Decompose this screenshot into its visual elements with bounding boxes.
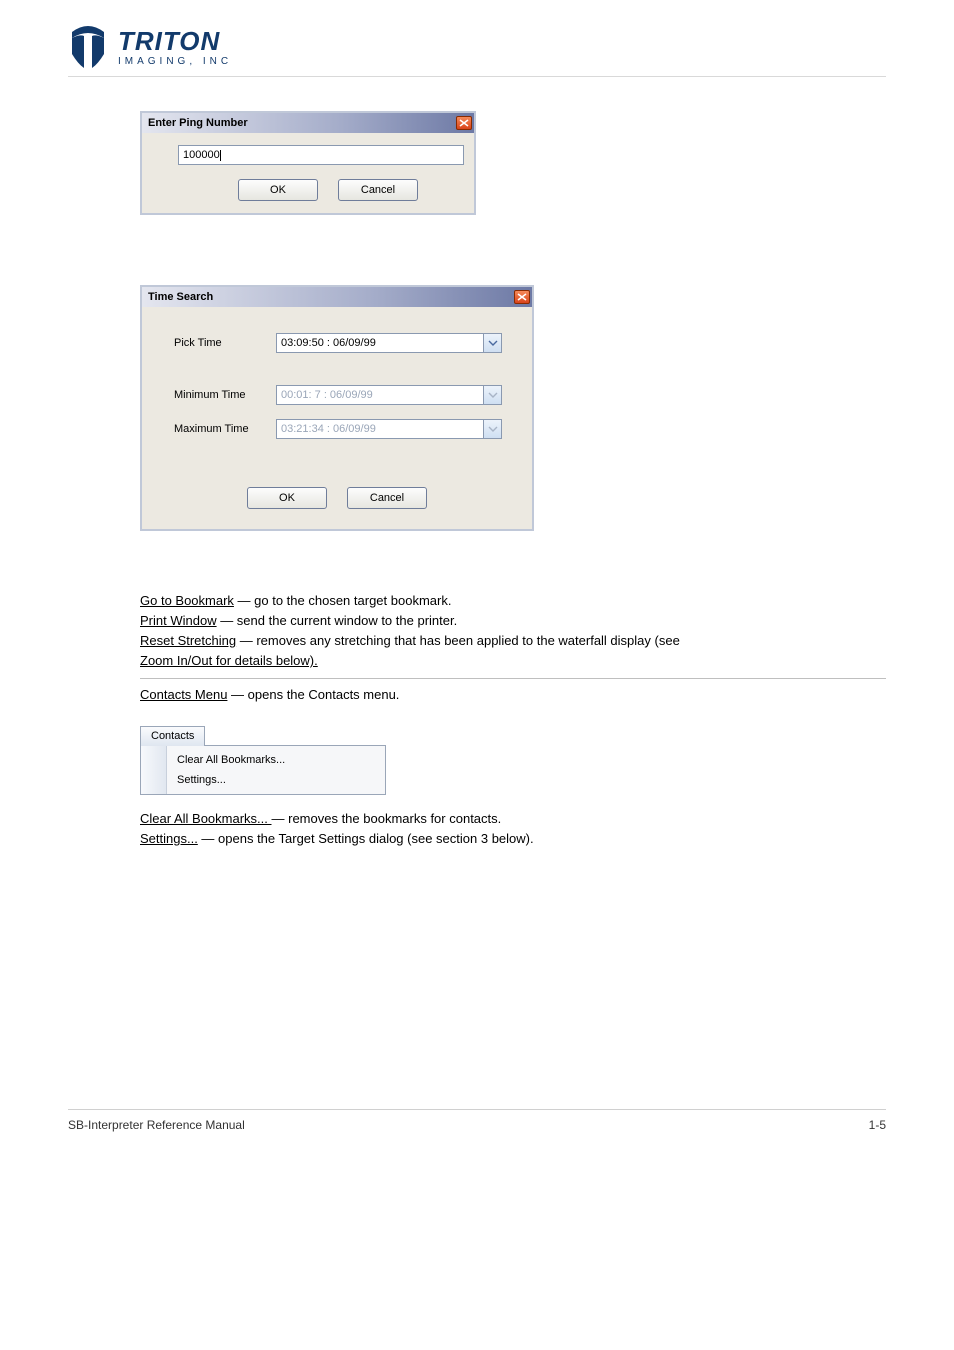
time-search-dialog: Time Search Pick Time 03:09:50 : 06/09/9…: [140, 285, 534, 531]
menu-gutter: [141, 746, 167, 794]
chevron-down-icon: [483, 386, 501, 404]
page-header: TRITON IMAGING, INC: [68, 24, 886, 77]
settings-item[interactable]: Settings...: [167, 770, 385, 790]
clear-all-bookmarks-item[interactable]: Clear All Bookmarks...: [167, 750, 385, 770]
goto-bookmark-link: Go to Bookmark: [140, 593, 234, 608]
settings-link: Settings...: [140, 831, 198, 846]
pick-time-combo[interactable]: 03:09:50 : 06/09/99: [276, 333, 502, 353]
ping-number-value: 100000: [183, 149, 220, 161]
min-time-label: Minimum Time: [174, 389, 276, 401]
zoom-inout-text: Zoom In/Out for details below).: [140, 653, 318, 668]
logo: TRITON IMAGING, INC: [68, 24, 232, 70]
enter-ping-dialog: Enter Ping Number 100000 OK Cancel: [140, 111, 476, 215]
footer-left: SB-Interpreter Reference Manual: [68, 1118, 245, 1132]
close-icon[interactable]: [514, 290, 530, 304]
reset-stretching-link: Reset Stretching: [140, 633, 236, 648]
dialog-title: Time Search: [148, 291, 213, 303]
contacts-menu: Contacts Clear All Bookmarks... Settings…: [140, 725, 886, 795]
cancel-button[interactable]: Cancel: [338, 179, 418, 201]
ok-button[interactable]: OK: [238, 179, 318, 201]
ok-button[interactable]: OK: [247, 487, 327, 509]
body-text: Go to Bookmark — go to the chosen target…: [140, 591, 886, 672]
pick-time-label: Pick Time: [174, 337, 276, 349]
dialog-titlebar[interactable]: Time Search: [142, 287, 532, 307]
max-time-combo: 03:21:34 : 06/09/99: [276, 419, 502, 439]
pick-time-value: 03:09:50 : 06/09/99: [277, 337, 483, 349]
dialog-title: Enter Ping Number: [148, 117, 248, 129]
close-icon[interactable]: [456, 116, 472, 130]
logo-brand: TRITON: [118, 28, 232, 54]
chevron-down-icon: [483, 420, 501, 438]
cancel-button[interactable]: Cancel: [347, 487, 427, 509]
max-time-label: Maximum Time: [174, 423, 276, 435]
divider: [140, 678, 886, 679]
chevron-down-icon[interactable]: [483, 334, 501, 352]
max-time-value: 03:21:34 : 06/09/99: [277, 423, 483, 435]
footer-right: 1-5: [869, 1118, 886, 1132]
print-window-link: Print Window: [140, 613, 217, 628]
min-time-combo: 00:01: 7 : 06/09/99: [276, 385, 502, 405]
clear-bookmarks-link: Clear All Bookmarks...: [140, 811, 272, 826]
body-text-2: Clear All Bookmarks... — removes the boo…: [140, 809, 886, 849]
dialog-titlebar[interactable]: Enter Ping Number: [142, 113, 474, 133]
ping-number-input[interactable]: 100000: [178, 145, 464, 165]
contacts-menu-link: Contacts Menu: [140, 687, 227, 702]
logo-mark-icon: [68, 24, 108, 70]
contacts-tab[interactable]: Contacts: [140, 726, 205, 746]
logo-subtitle: IMAGING, INC: [118, 56, 232, 67]
min-time-value: 00:01: 7 : 06/09/99: [277, 389, 483, 401]
page-footer: SB-Interpreter Reference Manual 1-5: [68, 1109, 886, 1132]
